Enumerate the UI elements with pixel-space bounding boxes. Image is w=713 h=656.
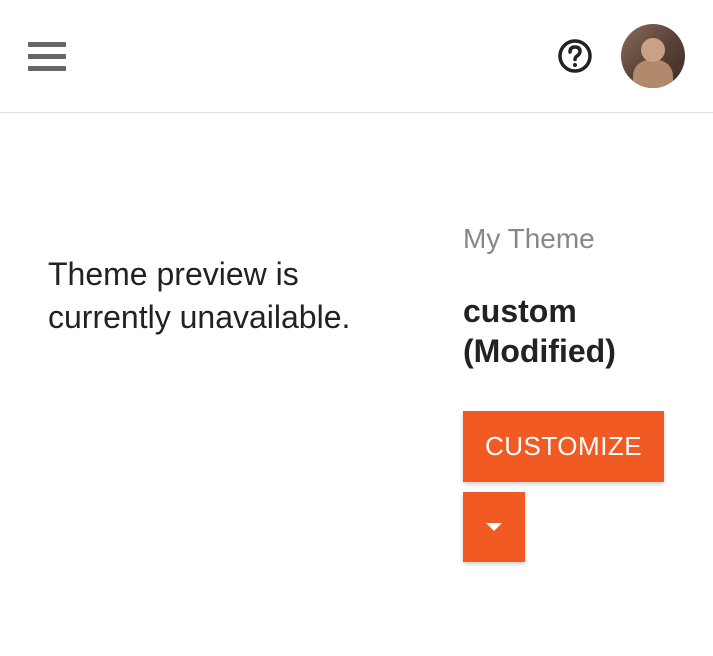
menu-icon[interactable] [28,42,66,71]
preview-unavailable-text: Theme preview is currently unavailable. [48,253,403,339]
header [0,0,713,113]
header-left [28,42,66,71]
help-icon[interactable] [557,38,593,74]
preview-section: Theme preview is currently unavailable. [48,253,403,562]
user-avatar[interactable] [621,24,685,88]
theme-options-dropdown-button[interactable] [463,492,525,562]
theme-name: custom (Modified) [463,291,673,371]
theme-section-label: My Theme [463,223,673,255]
button-group: CUSTOMIZE [463,411,673,562]
header-right [557,24,685,88]
customize-button[interactable]: CUSTOMIZE [463,411,664,482]
theme-section: My Theme custom (Modified) CUSTOMIZE [463,253,673,562]
caret-down-icon [484,521,504,533]
content: Theme preview is currently unavailable. … [0,113,713,562]
